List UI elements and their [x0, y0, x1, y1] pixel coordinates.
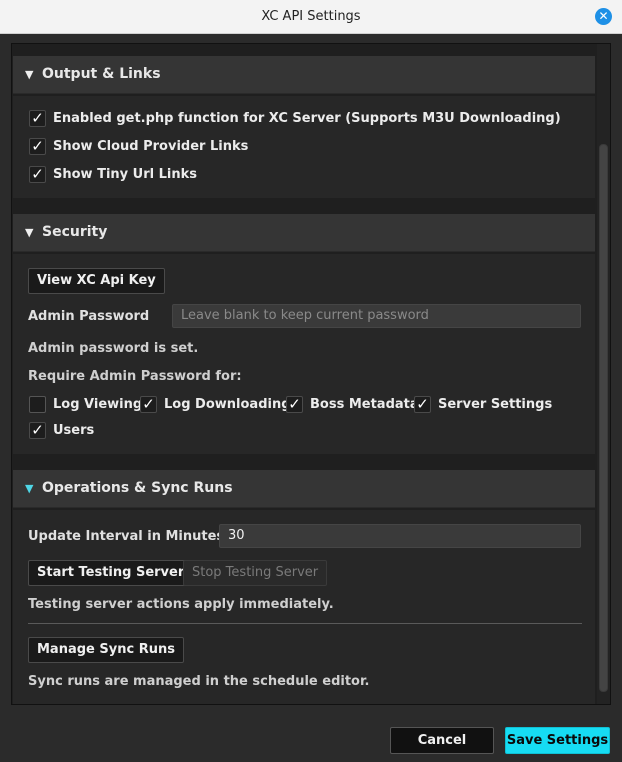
update-interval-label: Update Interval in Minutes [28, 529, 225, 544]
password-status-text: Admin password is set. [28, 341, 199, 356]
require-users[interactable]: ✓ Users [29, 422, 94, 439]
option-label: Show Tiny Url Links [53, 167, 197, 182]
checkbox-checked-icon[interactable]: ✓ [414, 396, 431, 413]
close-icon[interactable]: ✕ [595, 8, 612, 25]
section-title-output: Output & Links [42, 66, 161, 82]
checkbox-checked-icon[interactable]: ✓ [29, 166, 46, 183]
checkbox-checked-icon[interactable]: ✓ [29, 138, 46, 155]
section-header-output[interactable]: ▼ Output & Links [13, 56, 595, 94]
window-titlebar: XC API Settings ✕ [0, 0, 622, 34]
expand-arrow-icon: ▼ [25, 482, 34, 495]
option-tinyurl-links[interactable]: ✓ Show Tiny Url Links [29, 166, 197, 183]
save-settings-button[interactable]: Save Settings [505, 727, 610, 754]
require-password-label: Require Admin Password for: [28, 369, 242, 384]
checkbox-checked-icon[interactable]: ✓ [286, 396, 303, 413]
require-log-viewing[interactable]: Log Viewing [29, 396, 142, 413]
require-server-settings[interactable]: ✓ Server Settings [414, 396, 552, 413]
option-label: Log Viewing [53, 397, 143, 412]
option-label: Users [53, 423, 95, 438]
section-body-security: View XC Api Key Admin Password Leave bla… [13, 254, 595, 454]
window-title: XC API Settings [261, 9, 361, 24]
option-cloud-links[interactable]: ✓ Show Cloud Provider Links [29, 138, 248, 155]
admin-password-field[interactable]: Leave blank to keep current password [172, 304, 581, 328]
expand-arrow-icon: ▼ [25, 68, 34, 81]
section-title-security: Security [42, 224, 108, 240]
scrollbar-thumb[interactable] [599, 144, 608, 692]
start-testing-server-button[interactable]: Start Testing Server [28, 560, 194, 586]
view-api-key-button[interactable]: View XC Api Key [28, 268, 165, 294]
checkbox-checked-icon[interactable]: ✓ [29, 110, 46, 127]
option-label: Server Settings [438, 397, 553, 412]
option-label: Enabled get.php function for XC Server (… [53, 111, 561, 126]
option-label: Show Cloud Provider Links [53, 139, 249, 154]
stop-testing-server-button[interactable]: Stop Testing Server [183, 560, 328, 586]
option-getphp[interactable]: ✓ Enabled get.php function for XC Server… [29, 110, 561, 127]
sync-note-text: Sync runs are managed in the schedule ed… [28, 674, 370, 689]
checkbox-checked-icon[interactable]: ✓ [29, 422, 46, 439]
require-log-downloading[interactable]: ✓ Log Downloading [140, 396, 291, 413]
checkbox-unchecked-icon[interactable] [29, 396, 46, 413]
require-boss-metadata[interactable]: ✓ Boss Metadata [286, 396, 419, 413]
cancel-button[interactable]: Cancel [390, 727, 494, 754]
testing-note-text: Testing server actions apply immediately… [28, 597, 334, 612]
manage-sync-runs-button[interactable]: Manage Sync Runs [28, 637, 184, 663]
section-body-operations: Update Interval in Minutes 30 Start Test… [13, 510, 595, 704]
settings-scroll-area: ▼ Output & Links ✓ Enabled get.php funct… [12, 44, 595, 704]
settings-panel: ▼ Output & Links ✓ Enabled get.php funct… [11, 43, 611, 705]
vertical-scrollbar[interactable] [597, 44, 610, 704]
section-header-security[interactable]: ▼ Security [13, 214, 595, 252]
update-interval-field[interactable]: 30 [219, 524, 581, 548]
admin-password-label: Admin Password [28, 309, 150, 324]
checkbox-checked-icon[interactable]: ✓ [140, 396, 157, 413]
expand-arrow-icon: ▼ [25, 226, 34, 239]
section-body-output: ✓ Enabled get.php function for XC Server… [13, 96, 595, 198]
section-header-operations[interactable]: ▼ Operations & Sync Runs [13, 470, 595, 508]
section-divider [28, 623, 582, 624]
option-label: Boss Metadata [310, 397, 419, 412]
section-title-operations: Operations & Sync Runs [42, 480, 233, 496]
option-label: Log Downloading [164, 397, 291, 412]
